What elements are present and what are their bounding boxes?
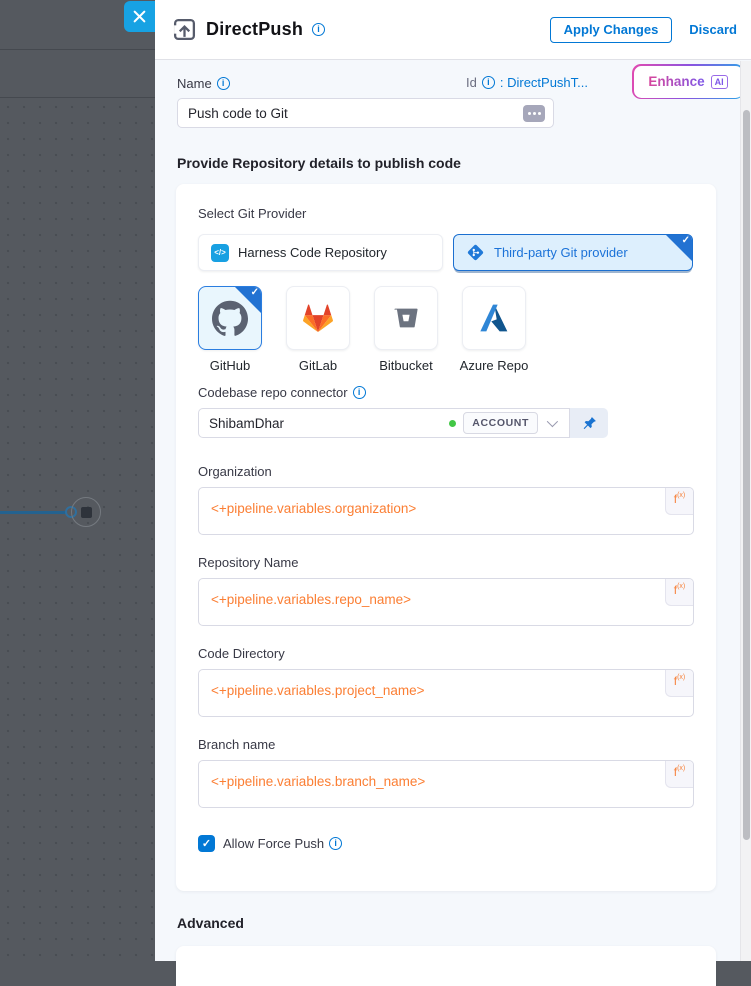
info-icon[interactable] — [312, 23, 325, 36]
scrollbar-track[interactable] — [740, 61, 751, 961]
code-directory-input[interactable]: <+pipeline.variables.project_name> f(x) — [198, 669, 694, 717]
expression-fx-icon[interactable]: f(x) — [665, 670, 693, 697]
organization-input[interactable]: <+pipeline.variables.organization> f(x) — [198, 487, 694, 535]
apply-changes-button[interactable]: Apply Changes — [550, 17, 673, 43]
selected-check-icon — [235, 287, 261, 313]
bitbucket-icon — [391, 303, 421, 333]
info-icon[interactable] — [482, 76, 495, 89]
name-label: Name — [177, 76, 212, 91]
code-repo-icon: </> — [211, 244, 229, 262]
scrollbar-thumb[interactable] — [743, 110, 750, 840]
connector-status-dot — [449, 420, 456, 427]
field-label-branch-name: Branch name — [198, 737, 694, 752]
force-push-label-group: Allow Force Push — [223, 836, 342, 851]
close-icon — [133, 10, 146, 23]
option-label: Third-party Git provider — [494, 245, 628, 260]
field-label-organization: Organization — [198, 464, 694, 479]
end-node-square-icon — [81, 507, 92, 518]
name-label-group: Name — [177, 76, 230, 91]
info-icon[interactable] — [353, 386, 366, 399]
connector-value: ShibamDhar — [209, 416, 284, 431]
discard-button[interactable]: Discard — [689, 22, 737, 37]
advanced-card — [176, 946, 716, 986]
panel-header: DirectPush Apply Changes Discard — [155, 0, 751, 60]
step-name-input[interactable]: Push code to Git — [177, 98, 554, 128]
expression-fx-icon[interactable]: f(x) — [665, 579, 693, 606]
repository-section-heading: Provide Repository details to publish co… — [177, 155, 716, 171]
scope-badge: ACCOUNT — [463, 412, 538, 434]
select-git-provider-label: Select Git Provider — [198, 206, 694, 221]
more-options-icon[interactable] — [523, 105, 545, 122]
pin-icon — [581, 415, 598, 432]
enhance-label: Enhance — [648, 74, 704, 89]
git-diamond-icon — [466, 243, 485, 262]
repository-name-input[interactable]: <+pipeline.variables.repo_name> f(x) — [198, 578, 694, 626]
connector-label-group: Codebase repo connector — [198, 385, 694, 400]
tile-azure-repo[interactable] — [462, 286, 526, 350]
step-config-panel: DirectPush Apply Changes Discard Name Id… — [155, 0, 751, 961]
ai-badge: AI — [711, 75, 728, 89]
repository-details-card: Select Git Provider </> Harness Code Rep… — [176, 184, 716, 891]
azure-icon — [478, 302, 510, 334]
info-icon[interactable] — [329, 837, 342, 850]
force-push-label: Allow Force Push — [223, 836, 324, 851]
branch-name-value: <+pipeline.variables.branch_name> — [211, 774, 425, 789]
selected-check-icon — [666, 235, 692, 261]
info-icon[interactable] — [217, 77, 230, 90]
canvas-dot-grid — [0, 99, 155, 961]
tile-label-github: GitHub — [210, 358, 250, 373]
pipeline-end-node[interactable] — [71, 497, 101, 527]
pipeline-canvas — [0, 0, 155, 961]
enhance-ai-button[interactable]: Enhance AI — [632, 64, 744, 99]
codebase-connector-input[interactable]: ShibamDhar ACCOUNT — [198, 408, 570, 438]
tile-label-gitlab: GitLab — [299, 358, 337, 373]
pipeline-edge-line — [0, 511, 66, 514]
page-title: DirectPush — [206, 19, 303, 40]
tile-label-bitbucket: Bitbucket — [379, 358, 432, 373]
branch-name-input[interactable]: <+pipeline.variables.branch_name> f(x) — [198, 760, 694, 808]
directpush-step-icon — [172, 17, 197, 42]
option-harness-code-repository[interactable]: </> Harness Code Repository — [198, 234, 443, 271]
field-label-repository-name: Repository Name — [198, 555, 694, 570]
field-label-code-directory: Code Directory — [198, 646, 694, 661]
option-label: Harness Code Repository — [238, 245, 387, 260]
tile-github[interactable] — [198, 286, 262, 350]
close-panel-button[interactable] — [124, 1, 155, 32]
pin-connector-button[interactable] — [570, 408, 608, 438]
option-third-party-git-provider[interactable]: Third-party Git provider — [453, 234, 693, 271]
tile-label-azure-repo: Azure Repo — [460, 358, 529, 373]
repository-name-value: <+pipeline.variables.repo_name> — [211, 592, 411, 607]
advanced-section-heading[interactable]: Advanced — [177, 915, 716, 931]
id-label: Id — [466, 75, 477, 90]
chevron-down-icon[interactable] — [547, 416, 558, 427]
tile-gitlab[interactable] — [286, 286, 350, 350]
organization-value: <+pipeline.variables.organization> — [211, 501, 416, 516]
step-name-value: Push code to Git — [188, 106, 288, 121]
gitlab-icon — [300, 300, 336, 336]
tile-bitbucket[interactable] — [374, 286, 438, 350]
expression-fx-icon[interactable]: f(x) — [665, 761, 693, 788]
code-directory-value: <+pipeline.variables.project_name> — [211, 683, 425, 698]
connector-label: Codebase repo connector — [198, 385, 348, 400]
force-push-checkbox[interactable] — [198, 835, 215, 852]
canvas-second-strip — [0, 50, 155, 98]
id-value[interactable]: : DirectPushT... — [500, 75, 588, 90]
expression-fx-icon[interactable]: f(x) — [665, 488, 693, 515]
step-id-group: Id : DirectPushT... — [466, 75, 588, 90]
